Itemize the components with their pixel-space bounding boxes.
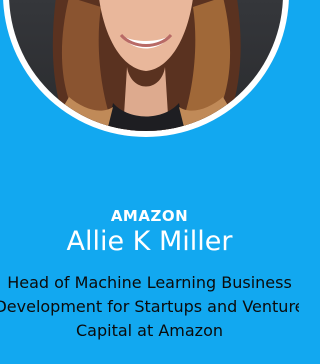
avatar: [9, 0, 283, 131]
portrait-image: [49, 0, 243, 131]
speaker-card[interactable]: AMAZON Allie K Miller Head of Machine Le…: [0, 0, 299, 364]
speaker-photo: [3, 0, 289, 137]
speaker-name: Allie K Miller: [66, 226, 233, 257]
speaker-title: Head of Machine Learning Business Develo…: [0, 273, 299, 340]
